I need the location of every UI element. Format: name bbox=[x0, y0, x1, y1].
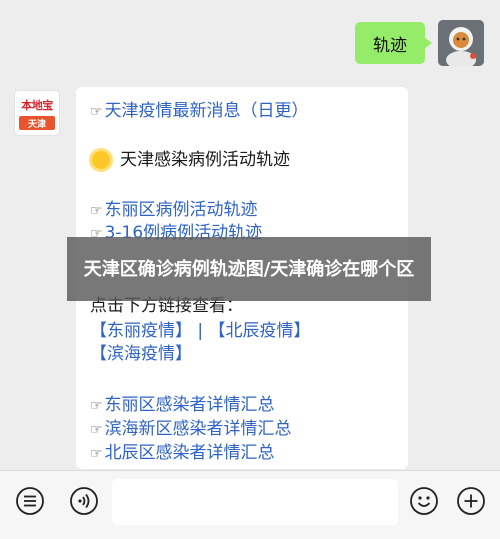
pointing-hand-icon: ☞ bbox=[90, 446, 103, 462]
link-latest-news[interactable]: ☞ 天津疫情最新消息（日更） bbox=[90, 100, 309, 123]
bot-logo-text: 本地宝 bbox=[21, 99, 53, 112]
link-binhai[interactable]: 【滨海疫情】 bbox=[90, 343, 192, 365]
bot-logo: 本地宝 bbox=[15, 91, 59, 119]
link-dongli-tracks[interactable]: ☞ 东丽区病例活动轨迹 bbox=[90, 199, 258, 222]
sun-icon bbox=[92, 151, 110, 169]
astronaut-avatar-icon bbox=[438, 20, 484, 66]
user-avatar[interactable] bbox=[438, 20, 484, 66]
overlay-title-banner: 天津区确诊病例轨迹图/天津确诊在哪个区 bbox=[67, 237, 431, 301]
links-dongli-beichen[interactable]: 【东丽疫情】 | 【北辰疫情】 bbox=[90, 320, 311, 342]
emoji-icon[interactable] bbox=[409, 486, 439, 516]
bot-avatar[interactable]: 本地宝 天津 bbox=[14, 90, 60, 136]
voice-icon[interactable] bbox=[69, 486, 99, 516]
user-message-text: 轨迹 bbox=[373, 35, 407, 56]
link-binhai-summary[interactable]: ☞ 滨海新区感染者详情汇总 bbox=[90, 418, 292, 441]
heading-tracks: 天津感染病例活动轨迹 bbox=[90, 149, 290, 171]
bot-city-label: 天津 bbox=[19, 116, 55, 130]
link-dongli-summary[interactable]: ☞ 东丽区感染者详情汇总 bbox=[90, 394, 275, 417]
pointing-hand-icon: ☞ bbox=[90, 104, 103, 120]
input-bar bbox=[0, 470, 500, 539]
plus-icon[interactable] bbox=[456, 486, 486, 516]
link-beichen-summary[interactable]: ☞ 北辰区感染者详情汇总 bbox=[90, 442, 275, 465]
menu-list-icon[interactable] bbox=[15, 486, 45, 516]
message-input[interactable] bbox=[112, 479, 398, 525]
user-message-bubble[interactable]: 轨迹 bbox=[355, 22, 432, 64]
pointing-hand-icon: ☞ bbox=[90, 422, 103, 438]
pointing-hand-icon: ☞ bbox=[90, 398, 103, 414]
pointing-hand-icon: ☞ bbox=[90, 203, 103, 219]
